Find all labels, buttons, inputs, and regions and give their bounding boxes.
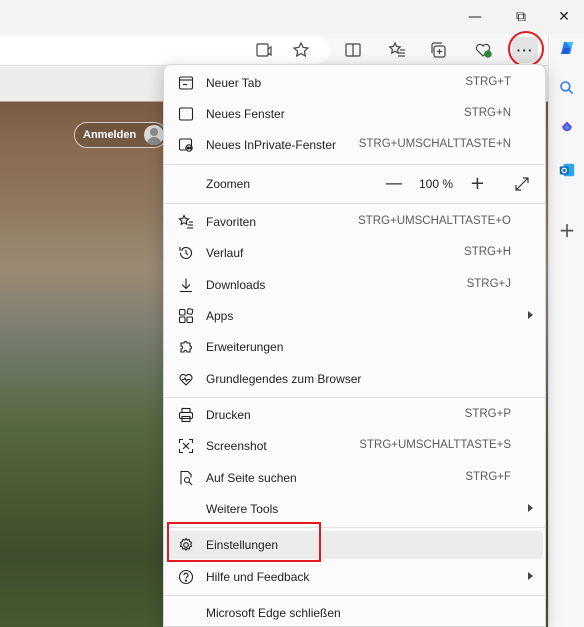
menu-item-shortcut: STRG+N — [464, 107, 511, 119]
zoom-level: 100 % — [418, 177, 453, 191]
restore-button[interactable]: ⧉ — [498, 0, 544, 34]
menu-item-shortcut: STRG+UMSCHALTTASTE+N — [358, 138, 511, 150]
collections-icon[interactable] — [426, 37, 452, 63]
menu-item-label: Neuer Tab — [206, 76, 262, 90]
menu-separator — [164, 164, 545, 165]
menu-item-shortcut: STRG+P — [464, 408, 511, 420]
menu-item-label: Downloads — [206, 278, 266, 292]
menu-item-label: Neues Fenster — [206, 107, 285, 121]
menu-item-label: Verlauf — [206, 246, 244, 260]
menu-item-new-window[interactable]: Neues Fenster STRG+N — [168, 100, 543, 128]
menu-item-shortcut: STRG+J — [466, 278, 511, 290]
menu-item-label: Favoriten — [206, 215, 257, 229]
browser-essentials-icon[interactable] — [470, 37, 496, 63]
outlook-icon[interactable] — [557, 160, 577, 180]
menu-item-shortcut: STRG+UMSCHALTTASTE+O — [358, 215, 511, 227]
new-window-icon — [178, 106, 194, 122]
menu-item-shortcut: STRG+UMSCHALTTASTE+S — [359, 439, 511, 451]
add-sidebar-icon[interactable]: + — [557, 218, 577, 242]
zoom-in-button[interactable]: + — [470, 173, 485, 194]
print-icon — [178, 407, 194, 423]
menu-item-shortcut: STRG+F — [465, 471, 511, 483]
submenu-arrow-icon — [528, 504, 533, 512]
menu-separator — [164, 397, 545, 398]
menu-item-favorites[interactable]: Favoriten STRG+UMSCHALTTASTE+O — [168, 208, 543, 236]
signin-button[interactable]: Anmelden — [74, 122, 168, 148]
menu-item-label: Erweiterungen — [206, 340, 284, 354]
menu-item-shortcut: STRG+T — [465, 76, 511, 88]
menu-item-more-tools[interactable]: Weitere Tools — [168, 495, 543, 523]
menu-item-browser-essentials[interactable]: Grundlegendes zum Browser — [168, 365, 543, 393]
inprivate-icon — [178, 137, 194, 153]
more-button[interactable]: ··· — [512, 37, 538, 63]
submenu-arrow-icon — [528, 572, 533, 580]
submenu-arrow-icon — [528, 311, 533, 319]
menu-item-label: Drucken — [206, 408, 251, 422]
menu-separator — [164, 203, 545, 204]
minimize-button[interactable]: — — [452, 0, 498, 34]
menu-item-close-edge[interactable]: Microsoft Edge schließen — [168, 599, 543, 627]
menu-item-screenshot[interactable]: Screenshot STRG+UMSCHALTTASTE+S — [168, 432, 543, 460]
menu-item-label: Hilfe und Feedback — [206, 570, 310, 584]
menu-item-help-feedback[interactable]: Hilfe und Feedback — [168, 563, 543, 591]
menu-item-find-on-page[interactable]: Auf Seite suchen STRG+F — [168, 464, 543, 492]
browser-essentials-icon — [178, 371, 194, 387]
menu-item-label: Weitere Tools — [206, 502, 279, 516]
copilot-icon[interactable] — [557, 38, 577, 58]
apps-icon — [178, 308, 194, 324]
menu-item-label: Grundlegendes zum Browser — [206, 372, 362, 386]
fullscreen-icon[interactable] — [513, 175, 531, 193]
menu-item-label: Zoomen — [206, 177, 251, 191]
settings-icon — [178, 537, 194, 553]
extensions-icon — [178, 339, 194, 355]
menu-item-label: Screenshot — [206, 439, 267, 453]
find-icon — [178, 470, 194, 486]
more-icon: ··· — [516, 42, 534, 58]
new-tab-icon — [178, 75, 194, 91]
menu-separator — [164, 527, 545, 528]
menu-item-history[interactable]: Verlauf STRG+H — [168, 239, 543, 267]
browser-toolbar: ··· — [0, 34, 584, 66]
settings-and-more-menu: Neuer Tab STRG+T Neues Fenster STRG+N Ne… — [163, 64, 546, 627]
menu-item-downloads[interactable]: Downloads STRG+J — [168, 271, 543, 299]
menu-item-extensions[interactable]: Erweiterungen — [168, 333, 543, 361]
favorites-icon[interactable] — [384, 37, 410, 63]
read-aloud-icon[interactable] — [251, 37, 277, 63]
address-bar[interactable] — [0, 36, 330, 64]
right-sidebar: + — [548, 34, 584, 627]
menu-item-label: Apps — [206, 309, 234, 323]
menu-item-print[interactable]: Drucken STRG+P — [168, 401, 543, 429]
drop-icon[interactable] — [557, 118, 577, 138]
menu-item-new-tab[interactable]: Neuer Tab STRG+T — [168, 69, 543, 97]
favorite-star-icon[interactable] — [288, 37, 314, 63]
split-screen-icon[interactable] — [340, 37, 366, 63]
menu-item-apps[interactable]: Apps — [168, 302, 543, 330]
signin-label: Anmelden — [83, 129, 137, 141]
menu-item-settings[interactable]: Einstellungen — [168, 531, 543, 559]
help-icon — [178, 569, 194, 585]
search-icon[interactable] — [557, 78, 577, 98]
menu-item-new-inprivate-window[interactable]: Neues InPrivate-Fenster STRG+UMSCHALTTAS… — [168, 131, 543, 159]
download-icon — [178, 277, 194, 293]
close-button[interactable]: ✕ — [544, 0, 584, 34]
avatar — [144, 125, 165, 145]
screenshot-icon — [178, 438, 194, 454]
title-bar: — ⧉ ✕ — [0, 0, 584, 34]
history-icon — [178, 245, 194, 261]
menu-separator — [164, 595, 545, 596]
menu-item-label: Microsoft Edge schließen — [206, 606, 341, 620]
menu-item-label: Einstellungen — [206, 538, 279, 552]
zoom-out-button[interactable]: — — [385, 173, 403, 194]
favorites-icon — [178, 214, 194, 230]
menu-item-zoom: Zoomen — 100 % + — [168, 170, 543, 198]
menu-item-label: Auf Seite suchen — [206, 471, 297, 485]
menu-item-shortcut: STRG+H — [464, 246, 511, 258]
menu-item-label: Neues InPrivate-Fenster — [206, 138, 337, 152]
